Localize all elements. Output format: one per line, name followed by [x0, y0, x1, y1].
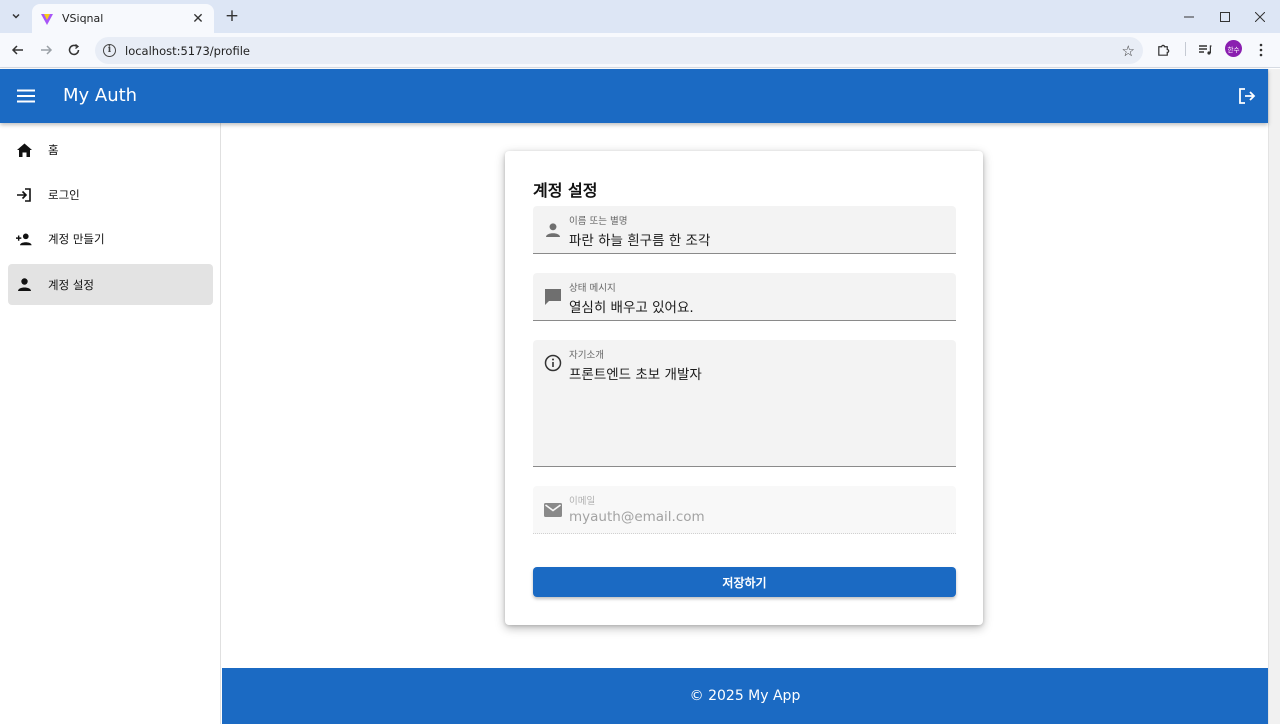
- tab-title: VSiqnal: [62, 12, 104, 25]
- status-field-value: 열심히 배우고 있어요.: [569, 300, 694, 316]
- site-info-icon[interactable]: i: [103, 44, 116, 57]
- name-field[interactable]: 이름 또는 별명 파란 하늘 흰구름 한 조각: [533, 206, 956, 254]
- app-title: My Auth: [63, 85, 138, 106]
- extensions-button[interactable]: [1153, 40, 1173, 60]
- sidebar-item-label: 홈: [48, 142, 59, 157]
- sidebar-item-label: 계정 설정: [48, 277, 94, 292]
- url-text: localhost:5173/profile: [125, 43, 250, 58]
- media-control-button[interactable]: [1195, 40, 1215, 60]
- sidebar-item-label: 로그인: [48, 187, 80, 202]
- page-scrollbar[interactable]: [1268, 69, 1280, 724]
- new-tab-button[interactable]: +: [222, 6, 242, 26]
- vite-logo-icon: [41, 13, 53, 25]
- puzzle-icon: [1157, 44, 1169, 56]
- browser-tab-bar: VSiqnal ✕ +: [0, 0, 1280, 33]
- playlist-icon: [1199, 45, 1212, 55]
- login-icon: [16, 187, 32, 203]
- mail-icon: [543, 500, 563, 520]
- profile-avatar[interactable]: 한수: [1225, 40, 1242, 57]
- sidebar-item-label: 계정 만들기: [48, 231, 105, 246]
- save-button[interactable]: 저장하기: [533, 567, 956, 597]
- person-icon: [16, 277, 32, 293]
- app-bar: My Auth: [0, 69, 1268, 123]
- bookmark-star-icon[interactable]: ☆: [1122, 42, 1135, 60]
- person-add-icon: [16, 231, 32, 247]
- status-message-field[interactable]: 상태 메시지 열심히 배우고 있어요.: [533, 273, 956, 321]
- chevron-down-icon: [12, 13, 20, 19]
- bio-field-value: 프론트엔드 초보 개발자: [569, 367, 702, 383]
- status-field-label: 상태 메시지: [569, 283, 616, 294]
- name-field-label: 이름 또는 별명: [569, 216, 628, 227]
- card-title: 계정 설정: [533, 181, 598, 200]
- close-window-button[interactable]: [1240, 0, 1280, 33]
- more-vert-icon: [1259, 43, 1263, 57]
- maximize-button[interactable]: [1205, 0, 1245, 33]
- minimize-button[interactable]: [1169, 0, 1209, 33]
- reload-icon: [68, 43, 80, 56]
- toolbar-separator: [1185, 42, 1186, 56]
- email-field: 이메일 myauth@email.com: [533, 486, 956, 534]
- bio-field[interactable]: 자기소개 프론트엔드 초보 개발자: [533, 340, 956, 467]
- browser-toolbar: i localhost:5173/profile ☆: [0, 33, 1280, 68]
- logout-icon: [1239, 88, 1256, 104]
- arrow-forward-icon: [41, 45, 53, 55]
- minimize-icon: [1184, 16, 1194, 17]
- person-icon: [543, 220, 563, 240]
- email-field-value: myauth@email.com: [569, 509, 705, 525]
- maximize-icon: [1220, 11, 1230, 22]
- info-icon: [543, 353, 563, 373]
- forward-button[interactable]: [36, 40, 56, 60]
- home-icon: [16, 142, 32, 158]
- menu-icon: [17, 89, 35, 103]
- menu-button[interactable]: [14, 84, 38, 108]
- browser-menu-button[interactable]: [1251, 40, 1271, 60]
- sidebar: 홈 로그인 계정 만들기 계정 설정: [0, 123, 221, 724]
- tab-close-icon[interactable]: ✕: [190, 11, 206, 27]
- reload-button[interactable]: [64, 40, 84, 60]
- footer-text: © 2025 My App: [689, 688, 801, 704]
- chat-icon: [543, 287, 563, 307]
- sidebar-item-home[interactable]: 홈: [8, 129, 213, 170]
- close-icon: [1255, 11, 1265, 22]
- account-settings-card: 계정 설정 이름 또는 별명 파란 하늘 흰구름 한 조각 상태 메시지 열심히…: [505, 151, 983, 625]
- sidebar-item-login[interactable]: 로그인: [8, 174, 213, 215]
- footer: © 2025 My App: [222, 668, 1268, 724]
- back-button[interactable]: [8, 40, 28, 60]
- bio-field-label: 자기소개: [569, 350, 604, 361]
- logout-button[interactable]: [1235, 84, 1259, 108]
- address-bar[interactable]: i localhost:5173/profile ☆: [95, 37, 1143, 64]
- name-field-value: 파란 하늘 흰구름 한 조각: [569, 233, 711, 249]
- tab-search-button[interactable]: [6, 6, 26, 26]
- arrow-back-icon: [11, 45, 23, 55]
- sidebar-item-account-settings[interactable]: 계정 설정: [8, 264, 213, 305]
- email-field-label: 이메일: [569, 496, 596, 507]
- browser-tab[interactable]: VSiqnal ✕: [32, 4, 214, 33]
- sidebar-item-signup[interactable]: 계정 만들기: [8, 218, 213, 259]
